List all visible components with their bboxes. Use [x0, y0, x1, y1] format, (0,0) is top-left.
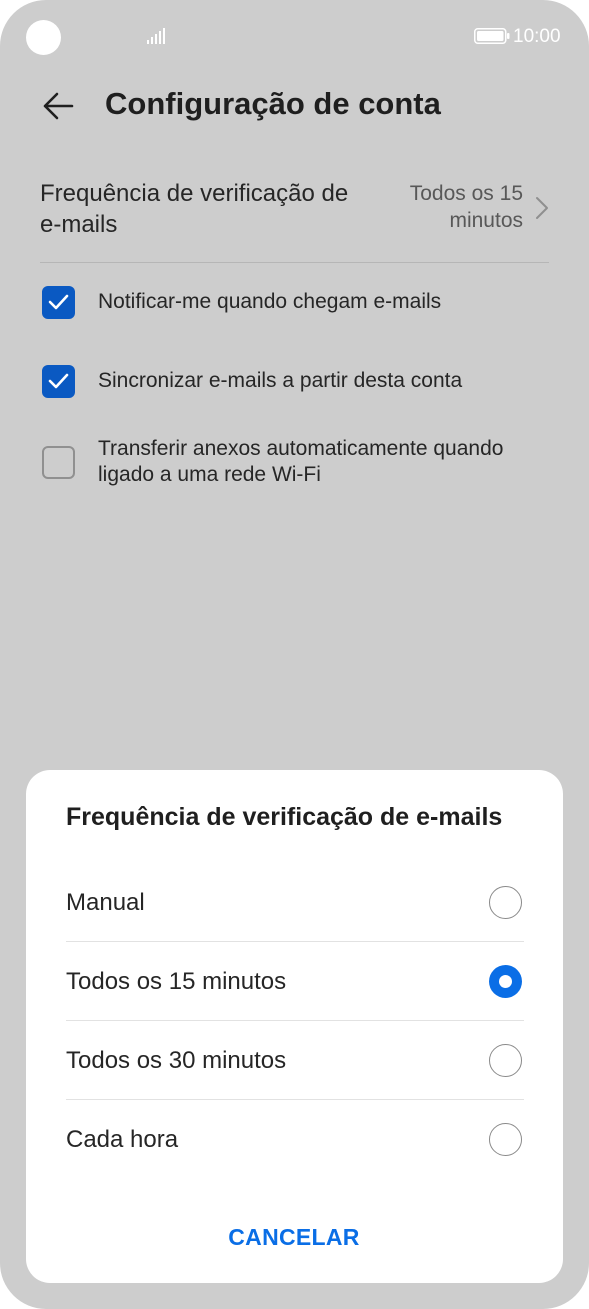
- battery-icon: [474, 28, 510, 44]
- back-button[interactable]: [34, 82, 82, 130]
- status-time: 10:00: [513, 26, 561, 47]
- attachments-checkbox-label: Transferir anexos automaticamente quando…: [98, 437, 504, 486]
- option-hourly[interactable]: Cada hora: [66, 1100, 524, 1179]
- radio-button[interactable]: [489, 1044, 522, 1077]
- frequency-setting-value: Todos os 15 minutos: [409, 182, 523, 232]
- page-title: Configuração de conta: [105, 86, 441, 121]
- notify-checkbox[interactable]: [42, 286, 75, 319]
- radio-button[interactable]: [489, 886, 522, 919]
- attachments-checkbox[interactable]: [42, 446, 75, 479]
- divider: [40, 262, 549, 263]
- option-label: Todos os 30 minutos: [66, 1047, 287, 1074]
- option-label: Todos os 15 minutos: [66, 968, 287, 995]
- option-15-minutes[interactable]: Todos os 15 minutos: [66, 942, 524, 1021]
- frequency-setting-row[interactable]: Frequência de verificação de e-mails Tod…: [40, 172, 549, 262]
- radio-button[interactable]: [489, 1123, 522, 1156]
- status-bar: 10:00: [0, 0, 589, 72]
- frequency-dialog: Frequência de verificação de e-mails Man…: [26, 770, 563, 1283]
- dialog-title: Frequência de verificação de e-mails: [66, 803, 503, 831]
- checkbox-row-sync[interactable]: Sincronizar e-mails a partir desta conta: [42, 364, 547, 400]
- sync-checkbox-label: Sincronizar e-mails a partir desta conta: [98, 369, 463, 392]
- phone-screen: 10:00 Configuração de conta Frequência d…: [0, 0, 589, 1309]
- radio-button-selected[interactable]: [489, 965, 522, 998]
- checkbox-row-attachments[interactable]: Transferir anexos automaticamente quando…: [42, 436, 547, 492]
- option-label: Cada hora: [66, 1126, 179, 1153]
- checkmark-icon: [48, 294, 69, 310]
- sync-checkbox[interactable]: [42, 365, 75, 398]
- signal-icon: [147, 28, 165, 44]
- checkbox-row-notify[interactable]: Notificar-me quando chegam e-mails: [42, 285, 547, 321]
- back-arrow-icon: [43, 92, 74, 120]
- option-30-minutes[interactable]: Todos os 30 minutos: [66, 1021, 524, 1100]
- checkmark-icon: [48, 373, 69, 389]
- chevron-right-icon: [536, 197, 548, 219]
- notify-checkbox-label: Notificar-me quando chegam e-mails: [98, 290, 442, 313]
- cancel-button[interactable]: CANCELAR: [194, 1215, 394, 1259]
- option-label: Manual: [66, 889, 145, 916]
- camera-cutout: [26, 20, 61, 55]
- frequency-setting-label: Frequência de verificação de e-mails: [40, 180, 349, 238]
- option-manual[interactable]: Manual: [66, 863, 524, 942]
